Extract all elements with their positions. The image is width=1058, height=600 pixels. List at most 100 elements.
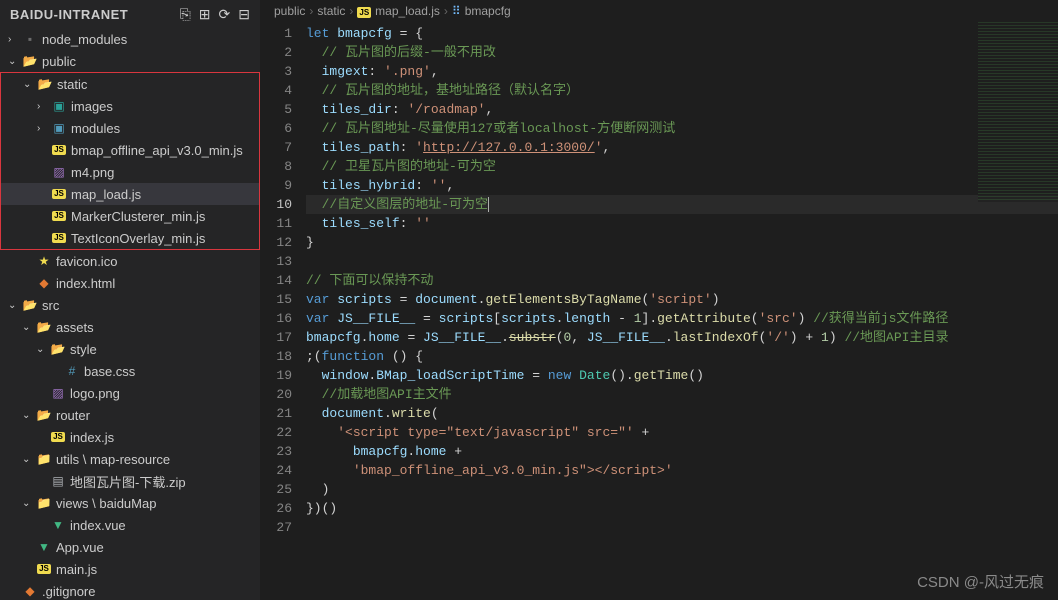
code-content[interactable]: let bmapcfg = { // 瓦片图的后缀-一般不用改 imgext: … [306,22,1058,600]
tree-item-markerclusterer_min-js[interactable]: JSMarkerClusterer_min.js [1,205,259,227]
breadcrumb-segment[interactable]: bmapcfg [465,4,511,18]
tree-item-label: TextIconOverlay_min.js [71,231,205,246]
tree-item-label: node_modules [42,32,127,47]
tree-item-views-baidumap[interactable]: ⌄📁views \ baiduMap [0,492,260,514]
code-line[interactable]: var scripts = document.getElementsByTagN… [306,290,1058,309]
new-folder-icon[interactable]: ⊞ [199,6,211,23]
watermark: CSDN @-风过无痕 [917,571,1044,592]
tree-item-label: main.js [56,562,97,577]
tree-item-label: router [56,408,90,423]
tree-item-router[interactable]: ⌄📂router [0,404,260,426]
tree-item-index-js[interactable]: JSindex.js [0,426,260,448]
code-line[interactable]: bmapcfg.home + [306,442,1058,461]
tree-item-main-js[interactable]: JSmain.js [0,558,260,580]
code-line[interactable]: window.BMap_loadScriptTime = new Date().… [306,366,1058,385]
tree-item-index-vue[interactable]: ▼index.vue [0,514,260,536]
code-line[interactable]: // 卫星瓦片图的地址-可为空 [306,157,1058,176]
tree-item-label: index.vue [70,518,126,533]
code-line[interactable]: document.write( [306,404,1058,423]
tree-item-src[interactable]: ⌄📂src [0,294,260,316]
tree-item-index-html[interactable]: ◆index.html [0,272,260,294]
collapse-icon[interactable]: ⊟ [238,6,250,23]
tree-item-utils-map-resource[interactable]: ⌄📁utils \ map-resource [0,448,260,470]
tree-item--zip[interactable]: ▤地图瓦片图-下载.zip [0,470,260,492]
js-icon: JS [357,4,371,18]
chevron-icon: › [37,123,51,134]
chevron-icon: ⌄ [8,56,22,67]
tree-item-style[interactable]: ⌄📂style [0,338,260,360]
code-line[interactable] [306,252,1058,271]
explorer-actions: ⎘ ⊞ ⟳ ⊟ [180,6,250,23]
explorer-header: BAIDU-INTRANET ⎘ ⊞ ⟳ ⊟ [0,0,260,28]
tree-item-node_modules[interactable]: ›▪node_modules [0,28,260,50]
code-line[interactable]: '<script type="text/javascript" src="' + [306,423,1058,442]
tree-item-label: index.html [56,276,115,291]
tree-item-favicon-ico[interactable]: ★favicon.ico [0,250,260,272]
tree-item-base-css[interactable]: #base.css [0,360,260,382]
code-line[interactable]: // 下面可以保持不动 [306,271,1058,290]
tree-item-label: assets [56,320,94,335]
tree-item-label: .gitignore [42,584,95,599]
chevron-icon: ⌄ [8,300,22,311]
code-line[interactable]: })() [306,499,1058,518]
tree-item-m4-png[interactable]: ▨m4.png [1,161,259,183]
code-line[interactable]: bmapcfg.home = JS__FILE__.substr(0, JS__… [306,328,1058,347]
chevron-icon: ⌄ [23,79,37,90]
editor-pane: public›static›JSmap_load.js›⠿bmapcfg 123… [260,0,1058,600]
code-area[interactable]: 1234567891011121314151617181920212223242… [260,22,1058,600]
symbol-icon: ⠿ [452,4,461,18]
code-line[interactable]: // 瓦片图的后缀-一般不用改 [306,43,1058,62]
tree-item-map_load-js[interactable]: JSmap_load.js [1,183,259,205]
file-explorer: BAIDU-INTRANET ⎘ ⊞ ⟳ ⊟ ›▪node_modules⌄📂p… [0,0,260,600]
tree-item-public[interactable]: ⌄📂public [0,50,260,72]
tree-item--gitignore[interactable]: ◆.gitignore [0,580,260,600]
tree-item-label: utils \ map-resource [56,452,170,467]
code-line[interactable]: ;(function () { [306,347,1058,366]
code-line[interactable]: //加载地图API主文件 [306,385,1058,404]
chevron-icon: ⌄ [22,498,36,509]
code-line[interactable] [306,518,1058,537]
breadcrumb-segment[interactable]: static [317,4,345,18]
tree-item-label: static [57,77,87,92]
code-line[interactable]: // 瓦片图地址-尽量使用127或者localhost-方便断网测试 [306,119,1058,138]
tree-item-label: modules [71,121,120,136]
tree-item-label: m4.png [71,165,114,180]
line-gutter: 1234567891011121314151617181920212223242… [260,22,306,600]
minimap[interactable] [978,22,1058,202]
tree-item-label: public [42,54,76,69]
breadcrumb-segment[interactable]: map_load.js [375,4,440,18]
tree-item-label: src [42,298,59,313]
breadcrumb-segment[interactable]: public [274,4,305,18]
tree-item-label: MarkerClusterer_min.js [71,209,205,224]
new-file-icon[interactable]: ⎘ [180,6,191,23]
code-line[interactable]: ) [306,480,1058,499]
code-line[interactable]: imgext: '.png', [306,62,1058,81]
tree-item-static[interactable]: ⌄📂static [1,73,259,95]
code-line[interactable]: var JS__FILE__ = scripts[scripts.length … [306,309,1058,328]
code-line[interactable]: tiles_path: 'http://127.0.0.1:3000/', [306,138,1058,157]
code-line[interactable]: let bmapcfg = { [306,24,1058,43]
refresh-icon[interactable]: ⟳ [219,6,231,23]
chevron-icon: ⌄ [22,322,36,333]
tree-item-label: style [70,342,97,357]
tree-item-images[interactable]: ›▣images [1,95,259,117]
code-line[interactable]: //自定义图层的地址-可为空 [306,195,1058,214]
code-line[interactable]: tiles_dir: '/roadmap', [306,100,1058,119]
code-line[interactable]: // 瓦片图的地址，基地址路径（默认名字） [306,81,1058,100]
chevron-icon: › [8,34,22,45]
tree-item-modules[interactable]: ›▣modules [1,117,259,139]
project-title: BAIDU-INTRANET [10,7,128,22]
tree-item-label: bmap_offline_api_v3.0_min.js [71,143,243,158]
chevron-icon: ⌄ [22,410,36,421]
tree-item-texticonoverlay_min-js[interactable]: JSTextIconOverlay_min.js [1,227,259,249]
code-line[interactable]: tiles_self: '' [306,214,1058,233]
breadcrumb[interactable]: public›static›JSmap_load.js›⠿bmapcfg [260,0,1058,22]
tree-item-label: views \ baiduMap [56,496,156,511]
code-line[interactable]: 'bmap_offline_api_v3.0_min.js"></script>… [306,461,1058,480]
code-line[interactable]: } [306,233,1058,252]
tree-item-app-vue[interactable]: ▼App.vue [0,536,260,558]
code-line[interactable]: tiles_hybrid: '', [306,176,1058,195]
tree-item-logo-png[interactable]: ▨logo.png [0,382,260,404]
tree-item-assets[interactable]: ⌄📂assets [0,316,260,338]
tree-item-bmap_offline_api_v3-0_min-js[interactable]: JSbmap_offline_api_v3.0_min.js [1,139,259,161]
